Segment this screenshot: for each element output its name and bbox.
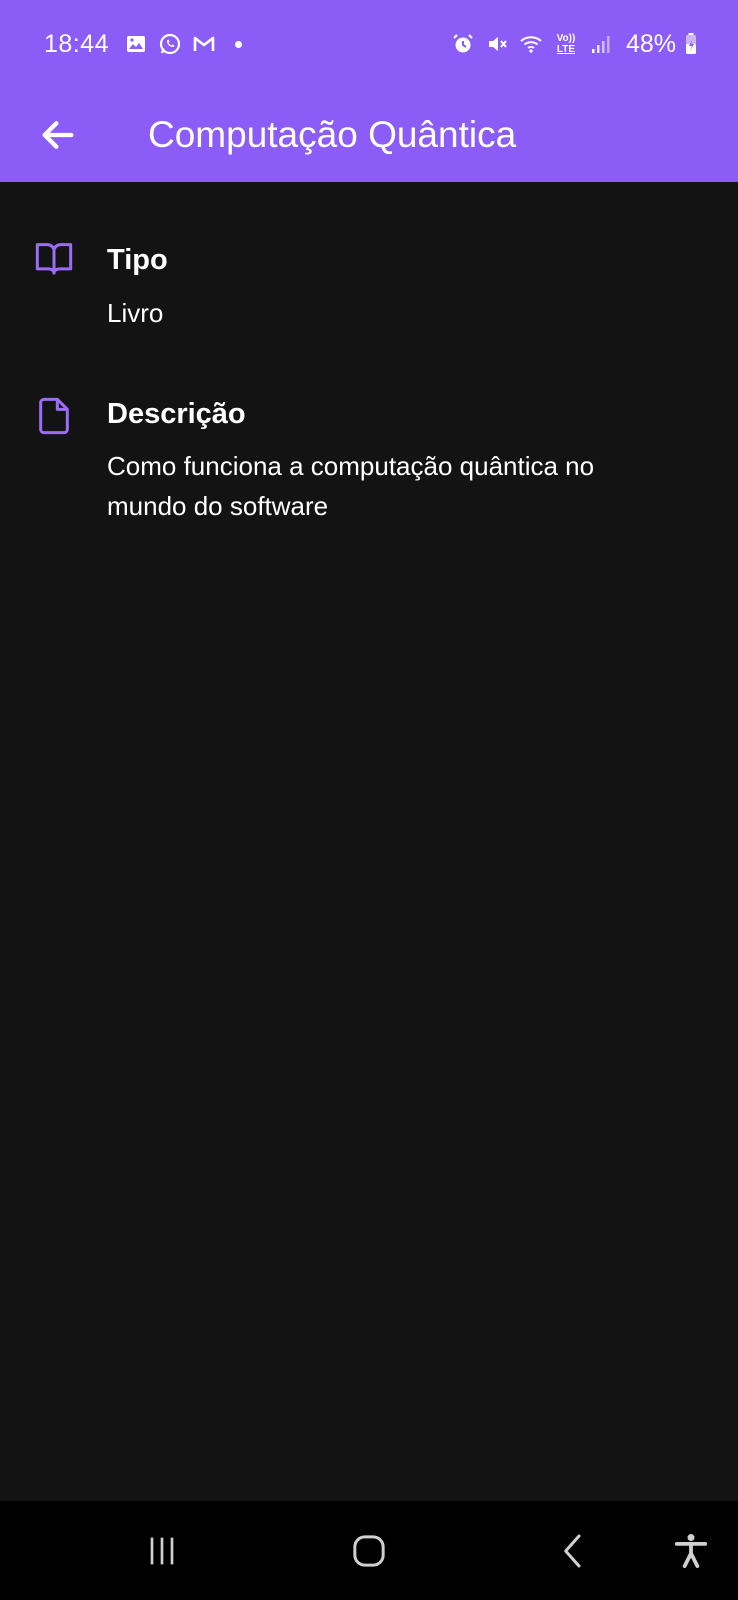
mute-icon — [484, 31, 510, 57]
accessibility-button[interactable] — [670, 1529, 712, 1573]
status-bar: 18:44 Vo)) LTE 48% — [0, 0, 738, 88]
back-nav-button[interactable] — [552, 1529, 596, 1573]
accessibility-icon — [674, 1534, 708, 1568]
status-time: 18:44 — [44, 29, 110, 58]
signal-icon — [588, 31, 614, 57]
battery-percent: 48% — [625, 29, 676, 58]
volte-label-top: Vo)) — [556, 33, 576, 44]
alarm-icon — [450, 31, 476, 57]
status-left: 18:44 — [44, 29, 243, 59]
status-right: Vo)) LTE 48% — [450, 30, 698, 59]
page-title: Computação Quântica — [148, 114, 517, 155]
detail-value: Como funciona a computação quântica no m… — [107, 451, 595, 521]
volte-label-bottom: LTE — [556, 44, 576, 55]
detail-label: Tipo — [107, 244, 168, 276]
back-icon — [564, 1534, 581, 1568]
file-icon — [39, 397, 69, 435]
whatsapp-icon — [157, 31, 183, 57]
notification-dot — [235, 40, 243, 48]
book-open-icon — [35, 243, 73, 275]
recent-apps-icon — [150, 1537, 174, 1565]
system-nav-bar — [0, 1501, 738, 1600]
wifi-icon — [518, 31, 544, 57]
detail-value: Livro — [107, 298, 164, 328]
back-button[interactable] — [28, 105, 88, 165]
recent-apps-button[interactable] — [140, 1529, 184, 1573]
home-button[interactable] — [346, 1529, 392, 1573]
detail-label: Descrição — [107, 398, 246, 430]
home-icon — [353, 1535, 385, 1567]
app-bar: Computação Quântica — [0, 88, 738, 182]
volte-icon: Vo)) LTE — [552, 31, 580, 57]
gallery-icon — [123, 31, 149, 57]
arrow-left-icon — [42, 121, 74, 149]
battery-icon — [684, 31, 698, 57]
gmail-icon — [191, 31, 217, 57]
